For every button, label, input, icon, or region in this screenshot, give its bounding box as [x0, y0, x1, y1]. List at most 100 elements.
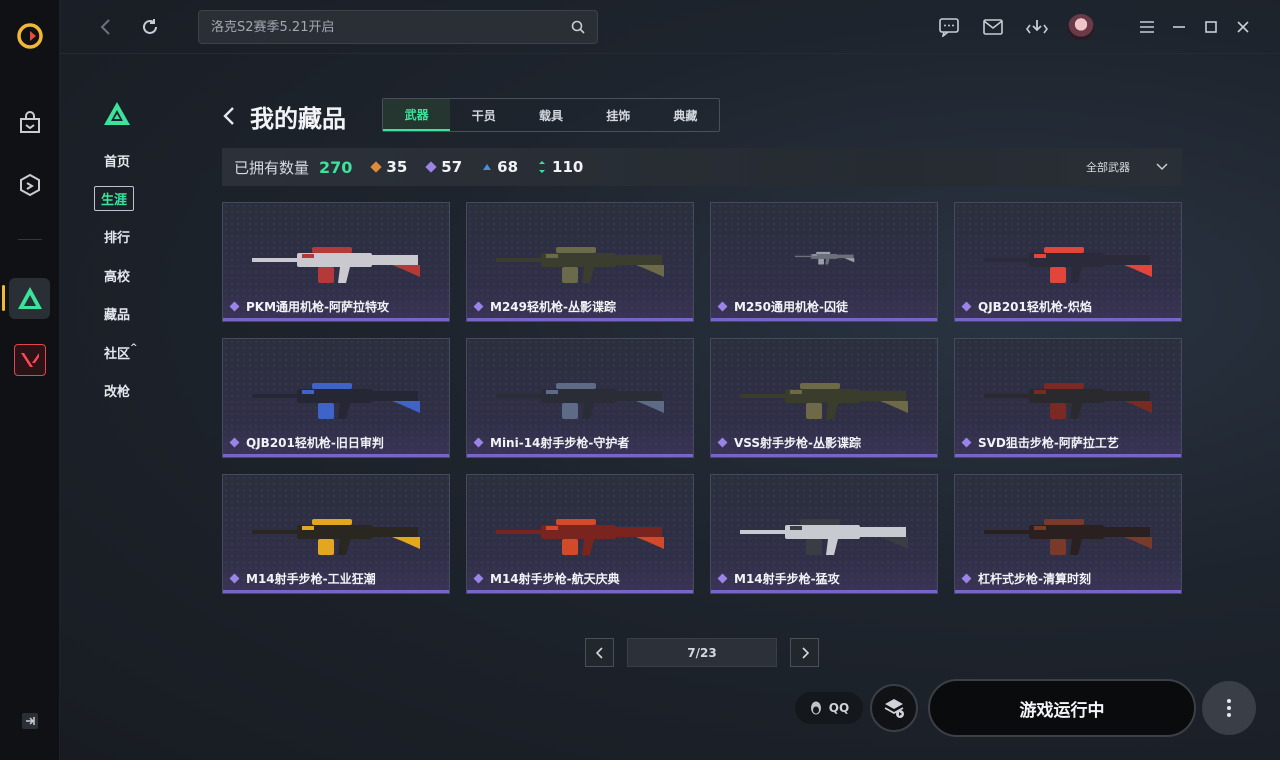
weapon-image: [252, 519, 420, 555]
weapon-card[interactable]: M14射手步枪-工业狂潮: [222, 474, 450, 594]
weapon-card[interactable]: M14射手步枪-航天庆典: [466, 474, 694, 594]
tab-vehicles[interactable]: 载具: [517, 99, 584, 131]
rarity-purple-gem-icon: [473, 301, 484, 312]
tab-weapons[interactable]: 武器: [383, 99, 451, 131]
minimize-icon[interactable]: [1166, 14, 1192, 40]
weapon-card[interactable]: VSS射手步枪-丛影谍踪: [710, 338, 938, 458]
weapon-card-title: Mini-14射手步枪-守护者: [473, 434, 629, 451]
weapon-image: [496, 519, 664, 555]
weapon-filter-label: 全部武器: [1086, 161, 1130, 174]
rarity-purple-gem-icon: [473, 437, 484, 448]
weapon-image: [252, 383, 420, 419]
sidebar-item-university[interactable]: 高校: [104, 266, 130, 285]
weapon-name: SVD狙击步枪-阿萨拉工艺: [978, 436, 1119, 450]
delta-force-logo-icon: [102, 100, 132, 132]
weapon-name: M14射手步枪-工业狂潮: [246, 572, 376, 586]
weapon-card-title: M14射手步枪-猛攻: [717, 570, 840, 587]
search-input[interactable]: [211, 19, 571, 35]
weapon-image: [795, 251, 855, 265]
app-logo-icon[interactable]: [0, 22, 60, 50]
user-avatar[interactable]: [1068, 14, 1094, 40]
weapon-card[interactable]: 杠杆式步枪-清算时刻: [954, 474, 1182, 594]
tab-operators[interactable]: 干员: [450, 99, 517, 131]
sidebar-item-gunsmith[interactable]: 改枪: [104, 381, 130, 400]
page-back-icon[interactable]: [222, 104, 242, 128]
valorant-game-icon[interactable]: [0, 344, 60, 376]
rarity-green-count: 110: [538, 158, 583, 176]
weapon-card[interactable]: M14射手步枪-猛攻: [710, 474, 938, 594]
qq-label: QQ: [828, 701, 850, 715]
search-icon[interactable]: [571, 20, 585, 34]
weapon-card-title: QJB201轻机枪-旧日审判: [229, 434, 384, 451]
weapon-name: QJB201轻机枪-炽焰: [978, 300, 1092, 314]
sidebar-item-home[interactable]: 首页: [104, 151, 130, 170]
sidebar-item-career[interactable]: 生涯: [94, 186, 135, 211]
chevron-right-icon: [801, 646, 809, 659]
weapon-card[interactable]: SVD狙击步枪-阿萨拉工艺: [954, 338, 1182, 458]
download-icon[interactable]: [1024, 14, 1050, 40]
weapon-card[interactable]: M249轻机枪-丛影谍踪: [466, 202, 694, 322]
weapon-card-title: SVD狙击步枪-阿萨拉工艺: [961, 434, 1119, 451]
tab-charms[interactable]: 挂饰: [585, 99, 652, 131]
rarity-purple-gem-icon: [473, 573, 484, 584]
rail-divider: [18, 239, 42, 240]
tab-collectibles[interactable]: 典藏: [652, 99, 719, 131]
weapon-filter-dropdown[interactable]: 全部武器: [1086, 148, 1168, 186]
chat-icon[interactable]: [936, 14, 962, 40]
back-nav-icon[interactable]: [94, 15, 118, 39]
rarity-purple-gem-icon: [229, 573, 240, 584]
weapon-image: [496, 247, 664, 283]
close-icon[interactable]: [1230, 14, 1256, 40]
page-title: 我的藏品: [250, 104, 346, 133]
overlay-layers-button[interactable]: [870, 684, 918, 732]
weapon-name: M249轻机枪-丛影谍踪: [490, 300, 616, 314]
weapon-card-title: QJB201轻机枪-炽焰: [961, 298, 1092, 315]
refresh-icon[interactable]: [138, 15, 162, 39]
weapon-card[interactable]: QJB201轻机枪-旧日审判: [222, 338, 450, 458]
delta-force-game-icon[interactable]: [0, 284, 60, 314]
game-running-button[interactable]: 游戏运行中: [928, 679, 1196, 737]
weapon-card[interactable]: Mini-14射手步枪-守护者: [466, 338, 694, 458]
chevron-down-icon: [1156, 163, 1168, 171]
weapon-image: [984, 519, 1152, 555]
sidebar-item-community[interactable]: 社区^: [104, 343, 138, 362]
menu-icon[interactable]: [1134, 14, 1160, 40]
weapon-name: 杠杆式步枪-清算时刻: [978, 572, 1091, 586]
app-rail: [0, 0, 60, 760]
rarity-purple-gem-icon: [961, 437, 972, 448]
collapse-sidebar-icon[interactable]: [0, 712, 60, 730]
prev-page-button[interactable]: [585, 638, 614, 667]
rarity-orange-count: 35: [370, 158, 408, 176]
weapon-image: [496, 383, 664, 419]
page-indicator: 7/23: [627, 638, 777, 667]
weapon-card[interactable]: PKM通用机枪-阿萨拉特攻: [222, 202, 450, 322]
search-box[interactable]: [198, 10, 598, 44]
collection-tabs: 武器 干员 载具 挂饰 典藏: [382, 98, 720, 132]
owned-total: 270: [319, 157, 353, 177]
sidebar-item-ranking[interactable]: 排行: [104, 227, 130, 246]
maximize-icon[interactable]: [1198, 14, 1224, 40]
next-page-button[interactable]: [790, 638, 819, 667]
weapon-image: [252, 247, 420, 283]
store-bag-icon[interactable]: [0, 110, 60, 136]
owned-label: 已拥有数量: [234, 158, 310, 177]
game-library-icon[interactable]: [0, 172, 60, 198]
weapon-card[interactable]: M250通用机枪-囚徒: [710, 202, 938, 322]
rarity-blue-count: 68: [482, 158, 518, 176]
weapon-name: M250通用机枪-囚徒: [734, 300, 848, 314]
rarity-purple-gem-icon: [717, 573, 728, 584]
sidebar-item-community-label: 社区: [104, 347, 131, 362]
mail-icon[interactable]: [980, 14, 1006, 40]
rarity-count-value: 35: [386, 158, 408, 176]
weapon-grid: PKM通用机枪-阿萨拉特攻 M249轻机枪-丛影谍踪 M250通用机枪-囚徒 QJB2…: [222, 202, 1182, 594]
sidebar-item-collection[interactable]: 藏品: [104, 304, 130, 323]
rarity-purple-gem-icon: [961, 301, 972, 312]
main-area: 首页 生涯 排行 高校 藏品 社区^ 改枪 我的藏品 武器 干员 载具 挂饰 典…: [60, 0, 1280, 760]
qq-button[interactable]: QQ: [795, 692, 863, 724]
owned-stats-bar: 已拥有数量 270 35 57 68 110 全部武器: [222, 148, 1182, 186]
rarity-purple-gem-icon: [717, 301, 728, 312]
qq-penguin-icon: [810, 701, 821, 715]
more-options-button[interactable]: [1202, 681, 1256, 735]
weapon-card-title: M249轻机枪-丛影谍踪: [473, 298, 616, 315]
weapon-card[interactable]: QJB201轻机枪-炽焰: [954, 202, 1182, 322]
